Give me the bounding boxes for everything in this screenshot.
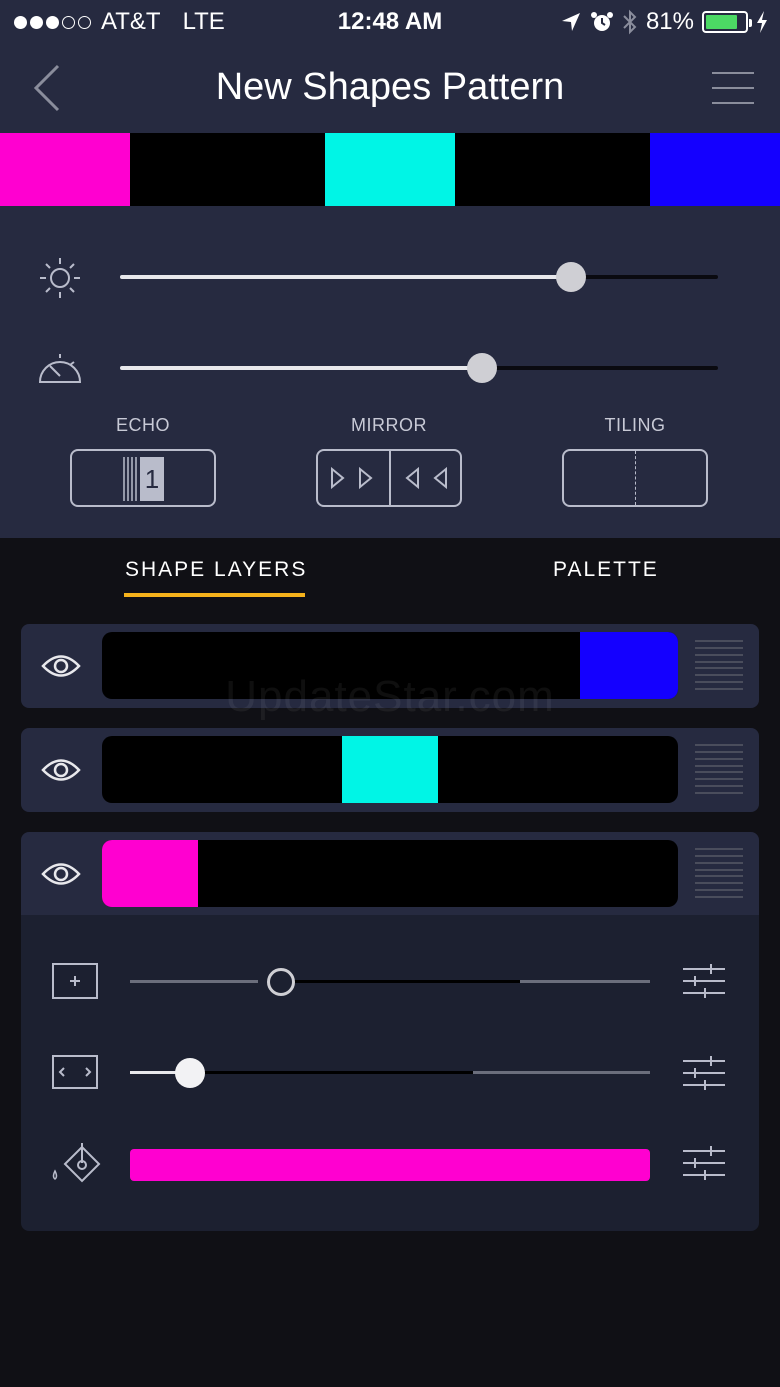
pattern-strip-segment — [650, 133, 780, 206]
location-arrow-icon — [561, 13, 580, 31]
position-track-mid — [190, 1071, 473, 1074]
mirror-button[interactable] — [316, 449, 462, 507]
speedometer-icon — [38, 354, 82, 383]
echo-button[interactable]: 1 — [70, 449, 216, 507]
tiling-button[interactable] — [562, 449, 708, 507]
speed-track-filled — [120, 366, 482, 370]
page-title: New Shapes Pattern — [215, 66, 565, 108]
position-slider[interactable] — [130, 1058, 650, 1088]
bluetooth-icon — [623, 9, 637, 35]
tiling-dashed-divider — [635, 451, 636, 505]
size-track-left — [130, 980, 258, 983]
tab-palette[interactable]: PALETTE — [553, 558, 659, 582]
play-backward-icon — [405, 467, 447, 489]
layer-properties-panel — [21, 915, 759, 1231]
pattern-strip-segment — [325, 133, 455, 206]
mirror-label: MIRROR — [351, 415, 427, 435]
eye-visibility-icon[interactable] — [41, 755, 81, 785]
nav-header: New Shapes Pattern — [0, 44, 780, 133]
pattern-strip-segment — [455, 133, 650, 206]
width-box-icon — [52, 1055, 98, 1089]
tune-position-icon[interactable] — [681, 1055, 727, 1091]
layer-color-bar[interactable] — [102, 736, 678, 803]
size-track-mid — [288, 980, 520, 983]
tune-size-icon[interactable] — [681, 963, 727, 999]
size-box-icon — [52, 963, 98, 999]
battery-icon — [702, 11, 752, 33]
size-slider[interactable] — [130, 967, 650, 997]
speed-slider[interactable] — [120, 353, 718, 383]
pattern-preview-strip — [0, 133, 780, 206]
layer-row[interactable] — [21, 832, 759, 916]
echo-stripes-icon — [123, 457, 137, 501]
layer-color-bar[interactable] — [102, 840, 678, 907]
layer-row[interactable] — [21, 728, 759, 812]
alarm-clock-icon — [590, 12, 613, 31]
mirror-divider — [389, 451, 391, 505]
brightness-track-filled — [120, 275, 572, 279]
brightness-slider-knob[interactable] — [556, 262, 587, 292]
pattern-strip-segment — [130, 133, 325, 206]
speed-slider-knob[interactable] — [466, 353, 497, 383]
sun-icon — [40, 258, 80, 298]
pattern-strip-segment — [0, 133, 130, 206]
layer-shape-segment — [102, 840, 199, 907]
tune-color-icon[interactable] — [681, 1145, 727, 1181]
layer-color-swatch[interactable] — [130, 1149, 650, 1181]
hamburger-menu-icon[interactable] — [712, 72, 754, 104]
battery-percent: 81% — [645, 8, 694, 35]
watermark: UpdateStar.com — [225, 672, 555, 721]
echo-label: ECHO — [115, 415, 170, 435]
size-slider-knob[interactable] — [266, 968, 295, 996]
drag-handle-icon[interactable] — [695, 744, 743, 794]
status-bar: AT&T LTE 12:48 AM 81% — [0, 0, 780, 44]
brightness-track-empty — [571, 275, 718, 279]
tab-shape-layers[interactable]: SHAPE LAYERS — [125, 558, 307, 582]
position-slider-knob[interactable] — [175, 1058, 206, 1088]
layer-shape-segment — [342, 736, 438, 803]
position-track-right — [473, 1071, 650, 1074]
tiling-label: TILING — [604, 415, 666, 435]
size-track-right — [520, 980, 650, 983]
drag-handle-icon[interactable] — [695, 848, 743, 898]
paint-bucket-icon — [52, 1143, 101, 1183]
charging-bolt-icon — [757, 11, 767, 33]
active-tab-underline — [124, 593, 305, 597]
eye-visibility-icon[interactable] — [41, 859, 81, 889]
echo-value: 1 — [140, 457, 164, 501]
top-panel: AT&T LTE 12:48 AM 81% New Shapes Pattern — [0, 0, 780, 538]
brightness-slider[interactable] — [120, 262, 718, 292]
play-forward-icon — [331, 467, 373, 489]
speed-track-empty — [481, 366, 718, 370]
